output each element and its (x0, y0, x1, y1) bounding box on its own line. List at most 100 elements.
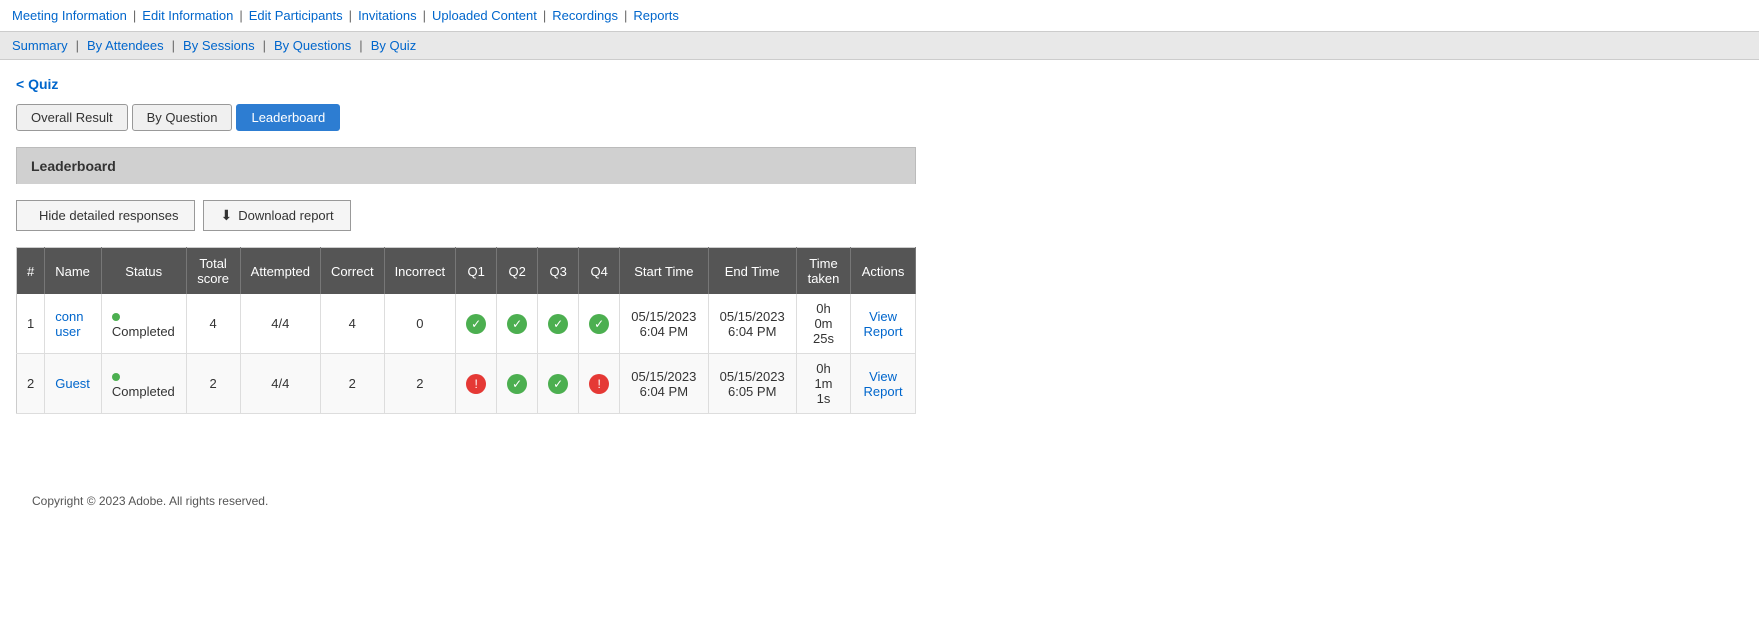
q1-correct-icon: ✓ (466, 314, 486, 334)
leaderboard-section: Leaderboard Hide detailed responses ⬇ Do… (16, 147, 916, 414)
cell-name: Guest (45, 354, 102, 414)
status-label: Completed (112, 384, 175, 399)
user-link[interactable]: conn user (55, 309, 83, 339)
tab-overall-result[interactable]: Overall Result (16, 104, 128, 131)
status-dot-icon (112, 373, 120, 381)
nav-edit-information[interactable]: Edit Information (142, 8, 233, 23)
cell-start-time: 05/15/2023 6:04 PM (620, 294, 708, 354)
subnav-by-questions[interactable]: By Questions (274, 38, 351, 53)
user-link-guest[interactable]: Guest (55, 376, 90, 391)
col-time-taken: Time taken (796, 248, 850, 295)
subnav-summary[interactable]: Summary (12, 38, 68, 53)
action-buttons: Hide detailed responses ⬇ Download repor… (16, 200, 916, 231)
back-to-quiz-link[interactable]: < Quiz (16, 76, 58, 92)
table-header-row: # Name Status Total score Attempted Corr… (17, 248, 916, 295)
cell-q4: ✓ (579, 294, 620, 354)
nav-sep-1: | (133, 8, 136, 23)
cell-q1: ! (456, 354, 497, 414)
status-dot-icon (112, 313, 120, 321)
col-q2: Q2 (497, 248, 538, 295)
subnav-by-sessions[interactable]: By Sessions (183, 38, 255, 53)
cell-status: Completed (101, 354, 186, 414)
cell-name: conn user (45, 294, 102, 354)
subnav-by-attendees[interactable]: By Attendees (87, 38, 164, 53)
cell-actions: View Report (851, 354, 916, 414)
back-link-container: < Quiz (16, 76, 1743, 92)
hide-detailed-responses-button[interactable]: Hide detailed responses (16, 200, 195, 231)
cell-status: Completed (101, 294, 186, 354)
col-incorrect: Incorrect (384, 248, 456, 295)
nav-sep-6: | (624, 8, 627, 23)
nav-sep-3: | (349, 8, 352, 23)
cell-q3: ✓ (538, 354, 579, 414)
cell-attempted: 4/4 (240, 294, 320, 354)
q2-correct-icon: ✓ (507, 374, 527, 394)
nav-invitations[interactable]: Invitations (358, 8, 417, 23)
cell-num: 2 (17, 354, 45, 414)
table-row: 2 Guest Completed 2 4/4 2 2 ! ✓ ✓ ! (17, 354, 916, 414)
view-report-link-row1[interactable]: View Report (864, 309, 903, 339)
cell-q4: ! (579, 354, 620, 414)
q1-incorrect-icon: ! (466, 374, 486, 394)
cell-end-time: 05/15/2023 6:05 PM (708, 354, 796, 414)
page-content: < Quiz Overall Result By Question Leader… (0, 60, 1759, 544)
q4-correct-icon: ✓ (589, 314, 609, 334)
col-q3: Q3 (538, 248, 579, 295)
leaderboard-table: # Name Status Total score Attempted Corr… (16, 247, 916, 414)
leaderboard-header: Leaderboard (16, 147, 916, 184)
col-num: # (17, 248, 45, 295)
cell-correct: 2 (320, 354, 384, 414)
table-row: 1 conn user Completed 4 4/4 4 0 ✓ ✓ ✓ ✓ (17, 294, 916, 354)
cell-total-score: 4 (186, 294, 240, 354)
q4-incorrect-icon: ! (589, 374, 609, 394)
cell-attempted: 4/4 (240, 354, 320, 414)
col-name: Name (45, 248, 102, 295)
cell-incorrect: 0 (384, 294, 456, 354)
cell-end-time: 05/15/2023 6:04 PM (708, 294, 796, 354)
cell-time-taken: 0h 1m 1s (796, 354, 850, 414)
nav-recordings[interactable]: Recordings (552, 8, 618, 23)
tab-by-question[interactable]: By Question (132, 104, 233, 131)
subnav-sep-4: | (359, 38, 362, 53)
status-label: Completed (112, 324, 175, 339)
q3-correct-icon: ✓ (548, 374, 568, 394)
cell-num: 1 (17, 294, 45, 354)
cell-actions: View Report (851, 294, 916, 354)
cell-total-score: 2 (186, 354, 240, 414)
col-correct: Correct (320, 248, 384, 295)
nav-sep-4: | (423, 8, 426, 23)
nav-edit-participants[interactable]: Edit Participants (249, 8, 343, 23)
tab-leaderboard[interactable]: Leaderboard (236, 104, 340, 131)
copyright-text: Copyright © 2023 Adobe. All rights reser… (32, 494, 268, 508)
q2-correct-icon: ✓ (507, 314, 527, 334)
download-report-button[interactable]: ⬇ Download report (203, 200, 350, 231)
nav-reports[interactable]: Reports (633, 8, 679, 23)
sub-navigation: Summary | By Attendees | By Sessions | B… (0, 32, 1759, 60)
nav-meeting-information[interactable]: Meeting Information (12, 8, 127, 23)
cell-q1: ✓ (456, 294, 497, 354)
view-report-link-row2[interactable]: View Report (864, 369, 903, 399)
q3-correct-icon: ✓ (548, 314, 568, 334)
col-total-score: Total score (186, 248, 240, 295)
subnav-sep-3: | (263, 38, 266, 53)
cell-q2: ✓ (497, 354, 538, 414)
cell-q3: ✓ (538, 294, 579, 354)
subnav-sep-1: | (76, 38, 79, 53)
nav-sep-2: | (239, 8, 242, 23)
download-icon: ⬇ (220, 207, 232, 224)
tab-button-group: Overall Result By Question Leaderboard (16, 104, 1743, 131)
col-start-time: Start Time (620, 248, 708, 295)
cell-correct: 4 (320, 294, 384, 354)
subnav-sep-2: | (172, 38, 175, 53)
hide-detailed-label: Hide detailed responses (39, 208, 178, 223)
nav-uploaded-content[interactable]: Uploaded Content (432, 8, 537, 23)
footer: Copyright © 2023 Adobe. All rights reser… (16, 474, 1743, 528)
col-status: Status (101, 248, 186, 295)
download-report-label: Download report (238, 208, 333, 223)
cell-q2: ✓ (497, 294, 538, 354)
cell-time-taken: 0h 0m 25s (796, 294, 850, 354)
subnav-by-quiz[interactable]: By Quiz (371, 38, 417, 53)
cell-start-time: 05/15/2023 6:04 PM (620, 354, 708, 414)
col-attempted: Attempted (240, 248, 320, 295)
cell-incorrect: 2 (384, 354, 456, 414)
